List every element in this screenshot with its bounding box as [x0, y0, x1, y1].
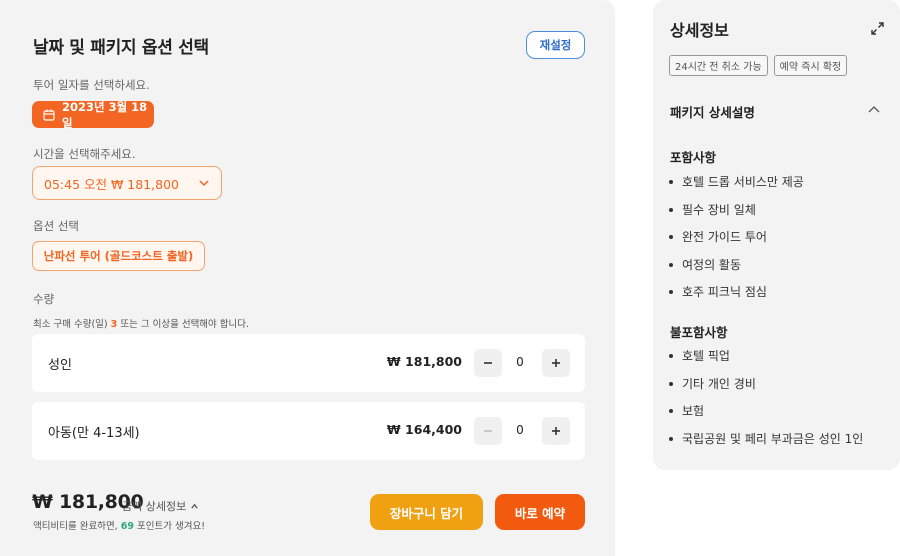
points-note: 액티비티를 완료하면, 69 포인트가 생겨요! [33, 518, 205, 532]
option-chip[interactable]: 난파선 투어 (골드코스트 출발) [32, 241, 205, 271]
included-heading: 포함사항 [670, 150, 717, 165]
details-title: 상세정보 [670, 21, 729, 40]
chevron-up-icon[interactable] [868, 104, 880, 116]
time-value: 05:45 오전 ₩ 181,800 [44, 176, 179, 192]
ticket-price: ₩ 181,800 [386, 354, 462, 369]
min-purchase-note: 최소 구매 수량(일) 3 또는 그 이상을 선택해야 합니다. [33, 316, 249, 330]
date-prompt: 투어 일자를 선택하세요. [33, 78, 150, 92]
package-detail-heading: 패키지 상세설명 [670, 105, 755, 120]
list-item-text: 필수 장비 일체 [682, 202, 756, 217]
chevron-down-icon [199, 180, 209, 187]
points-suffix: 포인트가 생겨요! [137, 521, 206, 532]
time-prompt: 시간을 선택해주세요. [33, 147, 136, 161]
booking-title: 날짜 및 패키지 옵션 선택 [33, 38, 209, 58]
list-item-text: 국립공원 및 페리 부과금은 성인 1인 [682, 431, 864, 446]
list-item: 필수 장비 일체 [669, 202, 804, 230]
ticket-name: 성인 [48, 358, 72, 373]
decrease-button[interactable] [474, 349, 502, 377]
included-list: 호텔 드롭 서비스만 제공 필수 장비 일체 완전 가이드 투어 여정의 활동 … [669, 174, 804, 312]
price-detail-label: 금액 상세정보 [122, 500, 187, 513]
excluded-heading: 불포함사항 [670, 325, 728, 340]
list-item-text: 여정의 활동 [682, 257, 742, 272]
points-value: 69 [120, 521, 134, 532]
option-prompt: 옵션 선택 [33, 219, 79, 233]
add-to-cart-button[interactable]: 장바구니 담기 [370, 494, 483, 530]
list-item: 여정의 활동 [669, 257, 804, 285]
policy-tag: 예약 즉시 확정 [773, 55, 848, 76]
date-value: 2023년 3월 18일 [62, 99, 148, 130]
list-item-text: 완전 가이드 투어 [682, 230, 767, 245]
increase-button[interactable] [542, 417, 570, 445]
quantity-row-adult: 성인 ₩ 181,800 0 [32, 334, 585, 392]
expand-icon[interactable] [871, 22, 884, 35]
excluded-list: 호텔 픽업 기타 개인 경비 보험 국립공원 및 페리 부과금은 성인 1인 [669, 348, 863, 458]
list-item-text: 보험 [682, 404, 705, 419]
quantity-row-child: 아동(만 4-13세) ₩ 164,400 0 [32, 402, 585, 460]
calendar-icon [43, 109, 55, 121]
chevron-up-icon [191, 503, 198, 509]
plus-icon [552, 359, 560, 367]
reset-button[interactable]: 재설정 [526, 31, 585, 59]
ticket-name: 아동(만 4-13세) [48, 426, 140, 441]
list-item-text: 기타 개인 경비 [682, 376, 756, 391]
booking-panel: 날짜 및 패키지 옵션 선택 재설정 투어 일자를 선택하세요. 2023년 3… [0, 0, 615, 556]
quantity-value: 0 [516, 355, 524, 369]
increase-button[interactable] [542, 349, 570, 377]
list-item: 호주 피크닉 점심 [669, 284, 804, 312]
quantity-label: 수량 [33, 292, 55, 306]
list-item-text: 호텔 픽업 [682, 349, 730, 363]
decrease-button[interactable] [474, 417, 502, 445]
points-prefix: 액티비티를 완료하면, [33, 521, 118, 532]
plus-icon [552, 427, 560, 435]
quantity-value: 0 [516, 423, 524, 437]
list-item: 호텔 픽업 [669, 348, 863, 376]
min-note-prefix: 최소 구매 수량(일) [33, 319, 108, 330]
minus-icon [484, 362, 492, 364]
list-item: 국립공원 및 페리 부과금은 성인 1인 [669, 431, 863, 459]
minus-icon [484, 430, 492, 432]
ticket-price: ₩ 164,400 [386, 422, 462, 437]
min-note-number: 3 [110, 319, 118, 330]
price-detail-toggle[interactable]: 금액 상세정보 [122, 498, 199, 514]
date-picker-button[interactable]: 2023년 3월 18일 [32, 99, 154, 130]
details-panel: 상세정보 24시간 전 취소 가능 예약 즉시 확정 패키지 상세설명 포함사항… [653, 0, 900, 470]
min-note-suffix: 또는 그 이상을 선택해야 합니다. [120, 319, 250, 330]
policy-tags: 24시간 전 취소 가능 예약 즉시 확정 [669, 55, 848, 76]
policy-tag: 24시간 전 취소 가능 [669, 55, 768, 76]
list-item-text: 호텔 드롭 서비스만 제공 [682, 175, 804, 189]
list-item: 보험 [669, 403, 863, 431]
time-select[interactable]: 05:45 오전 ₩ 181,800 [32, 166, 222, 200]
list-item: 기타 개인 경비 [669, 376, 863, 404]
list-item: 완전 가이드 투어 [669, 229, 804, 257]
list-item: 호텔 드롭 서비스만 제공 [669, 174, 804, 202]
book-now-button[interactable]: 바로 예약 [495, 494, 585, 530]
list-item-text: 호주 피크닉 점심 [682, 285, 767, 300]
